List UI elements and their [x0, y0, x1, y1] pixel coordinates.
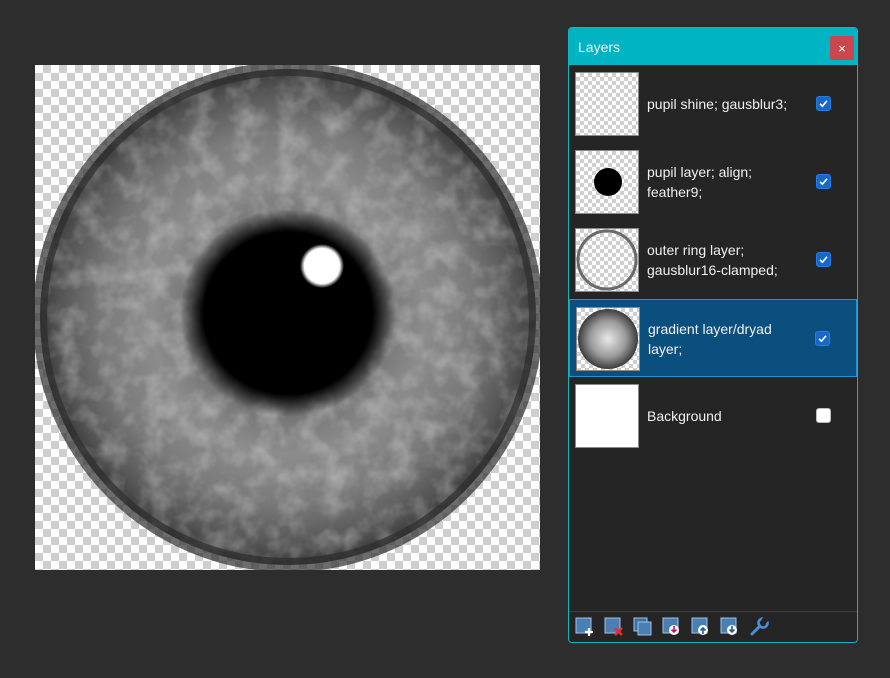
layer-visibility-checkbox[interactable] [816, 252, 831, 267]
layer-name: gradient layer/dryad layer; [648, 321, 772, 357]
layer-visibility-checkbox[interactable] [816, 96, 831, 111]
layer-name: pupil shine; gausblur3; [647, 96, 788, 112]
layer-thumbnail [576, 307, 640, 371]
close-button[interactable]: × [830, 36, 854, 60]
move-layer-down-icon[interactable] [720, 617, 740, 637]
layer-row[interactable]: pupil shine; gausblur3; [569, 65, 857, 143]
iris-image [35, 65, 540, 570]
checkmark-icon [819, 100, 828, 108]
layer-row[interactable]: pupil layer; align; feather9; [569, 143, 857, 221]
panel-title-bar[interactable]: Layers × [569, 28, 857, 65]
layers-panel: Layers × pupil shine; gausblur3; pupil l… [568, 27, 858, 643]
layer-thumbnail [575, 384, 639, 448]
move-layer-up-icon[interactable] [691, 617, 711, 637]
panel-title: Layers [578, 38, 621, 55]
layer-name: outer ring layer; gausblur16-clamped; [647, 242, 778, 278]
layer-properties-icon[interactable] [749, 617, 769, 637]
layer-list: pupil shine; gausblur3; pupil layer; ali… [569, 65, 857, 613]
layer-row-selected[interactable]: gradient layer/dryad layer; [569, 299, 857, 377]
layer-row[interactable]: Background [569, 377, 857, 455]
layer-visibility-checkbox[interactable] [816, 408, 831, 423]
checkmark-icon [818, 335, 827, 343]
layers-toolbar [569, 611, 857, 642]
layer-thumbnail [575, 72, 639, 136]
layer-thumbnail [575, 228, 639, 292]
delete-layer-icon[interactable] [604, 617, 624, 637]
layer-thumbnail [575, 150, 639, 214]
checkmark-icon [819, 178, 828, 186]
layer-visibility-checkbox[interactable] [815, 331, 830, 346]
layer-visibility-checkbox[interactable] [816, 174, 831, 189]
duplicate-layer-icon[interactable] [633, 617, 653, 637]
merge-layer-down-icon[interactable] [662, 617, 682, 637]
image-canvas[interactable] [35, 65, 540, 570]
layer-row[interactable]: outer ring layer; gausblur16-clamped; [569, 221, 857, 299]
layer-name: Background [647, 408, 722, 424]
add-layer-icon[interactable] [575, 617, 595, 637]
layer-name: pupil layer; align; feather9; [647, 164, 753, 200]
checkmark-icon [819, 256, 828, 264]
